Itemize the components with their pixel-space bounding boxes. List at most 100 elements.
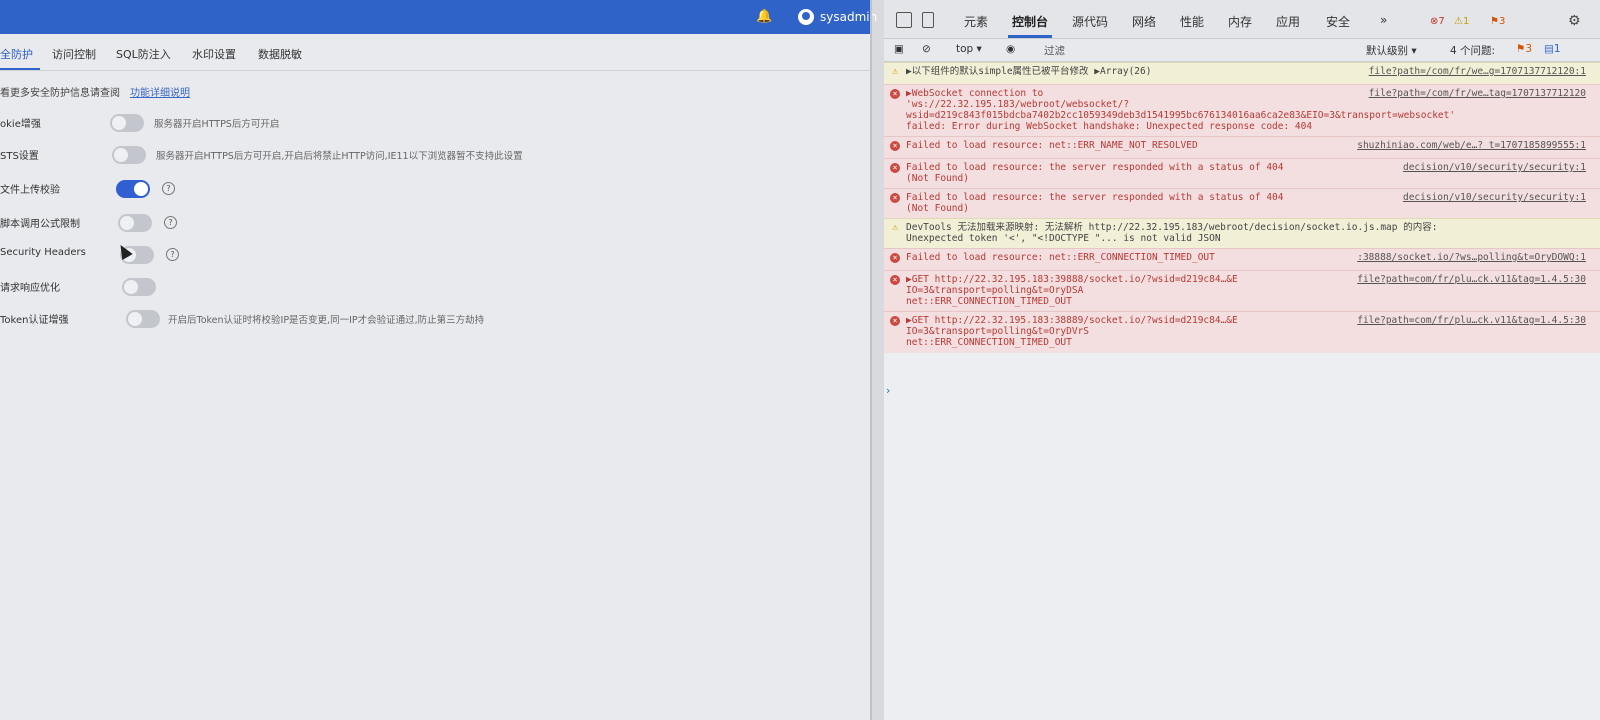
message-text: Failed to load resource: the server resp… <box>906 162 1284 184</box>
issues-label[interactable]: 4 个问题: <box>1450 43 1495 58</box>
error-count-badge[interactable]: ⊗7 <box>1430 16 1445 27</box>
user-menu[interactable]: sysadmin ⌄ <box>798 8 896 26</box>
issue-count-badge[interactable]: ⚑3 <box>1490 16 1505 27</box>
setting-toggle[interactable] <box>112 146 146 164</box>
setting-description: 服务器开启HTTPS后方可开启 <box>154 119 280 130</box>
console-error-message[interactable]: × Failed to load resource: the server res… <box>884 188 1600 219</box>
setting-label: 文件上传校验 <box>0 185 60 196</box>
active-tab-indicator <box>0 68 40 70</box>
tab-security[interactable]: 安全 <box>1326 13 1350 30</box>
device-toggle-icon[interactable] <box>922 12 934 28</box>
console-error-message[interactable]: × Failed to load resource: net::ERR_NAME_… <box>884 136 1600 159</box>
app-topbar: 🔔 sysadmin ⌄ <box>0 0 896 34</box>
gear-icon[interactable]: ⚙ <box>1568 13 1581 29</box>
tab-security[interactable]: 全防护 <box>0 46 33 62</box>
setting-label: 脚本调用公式限制 <box>0 219 80 230</box>
setting-toggle[interactable] <box>118 214 152 232</box>
setting-row: 请求响应优化 <box>0 276 870 298</box>
console-toolbar: ▣ ⊘ top ▾ ◉ 过滤 默认级别 ▾ 4 个问题: ⚑3 ▤1 <box>884 39 1600 62</box>
console-error-message[interactable]: × Failed to load resource: net::ERR_CONNE… <box>884 248 1600 271</box>
error-icon: × <box>890 275 900 285</box>
tab-sql-injection[interactable]: SQL防注入 <box>116 46 171 62</box>
console-error-message[interactable]: × ▶GET http://22.32.195.183:39888/socket.… <box>884 270 1600 312</box>
setting-toggle[interactable] <box>122 278 156 296</box>
sidebar-toggle-icon[interactable]: ▣ <box>894 43 904 55</box>
message-text: DevTools 无法加载来源映射: 无法解析 http://22.32.195… <box>906 222 1438 244</box>
setting-label: okie增强 <box>0 119 41 130</box>
devtools-panel: 元素 控制台 源代码 网络 性能 内存 应用 安全 » ⊗7 ⚠1 ⚑3 ⚙ ▣… <box>884 0 1600 720</box>
clear-console-icon[interactable]: ⊘ <box>922 43 931 55</box>
message-source-link[interactable]: file?path=/com/fr/we…tag=1707137712120 <box>1369 88 1586 99</box>
eye-icon[interactable]: ◉ <box>1006 43 1015 55</box>
message-source-link[interactable]: decision/v10/security/security:1 <box>1403 192 1586 203</box>
console-error-message[interactable]: × Failed to load resource: the server res… <box>884 158 1600 189</box>
setting-row: 文件上传校验? <box>0 178 870 200</box>
console-warning-message[interactable]: ⚠ DevTools 无法加载来源映射: 无法解析 http://22.32.19… <box>884 218 1600 249</box>
tab-watermark[interactable]: 水印设置 <box>192 46 236 62</box>
help-icon[interactable]: ? <box>162 182 175 195</box>
tab-sources[interactable]: 源代码 <box>1072 13 1108 30</box>
setting-description: 开启后Token认证时将校验IP是否变更,同一IP才会验证通过,防止第三方劫持 <box>168 315 485 326</box>
setting-row: okie增强 服务器开启HTTPS后方可开启 <box>0 112 870 134</box>
setting-description: 服务器开启HTTPS后方可开启,开启后将禁止HTTP访问,IE11以下浏览器暂不… <box>156 151 523 162</box>
console-prompt[interactable]: › <box>886 384 890 397</box>
message-text: Failed to load resource: net::ERR_NAME_N… <box>906 140 1198 151</box>
help-icon[interactable]: ? <box>166 248 179 261</box>
message-source-link[interactable]: decision/v10/security/security:1 <box>1403 162 1586 173</box>
message-source-link[interactable]: file?path=/com/fr/we…g=1707137712120:1 <box>1369 66 1586 77</box>
log-level-select[interactable]: 默认级别 ▾ <box>1366 43 1417 58</box>
error-icon: × <box>890 163 900 173</box>
setting-row: 脚本调用公式限制? <box>0 212 870 234</box>
issues-error-count[interactable]: ⚑3 <box>1516 43 1532 55</box>
active-tab-indicator <box>1008 35 1052 38</box>
hint-link[interactable]: 功能详细说明 <box>130 88 190 99</box>
tab-application[interactable]: 应用 <box>1276 13 1300 30</box>
message-source-link[interactable]: :38888/socket.io/?ws…polling&t=OryDOWQ:1 <box>1357 252 1586 263</box>
setting-label: Security Headers <box>0 247 86 258</box>
message-text: Failed to load resource: the server resp… <box>906 192 1284 214</box>
message-source-link[interactable]: file?path=com/fr/plu…ck.v11&tag=1.4.5:30 <box>1357 274 1586 285</box>
tab-access-control[interactable]: 访问控制 <box>52 46 96 62</box>
message-source-link[interactable]: shuzhiniao.com/web/e…? t=1707185899555:1 <box>1357 140 1586 151</box>
tab-performance[interactable]: 性能 <box>1180 13 1204 30</box>
error-icon: × <box>890 89 900 99</box>
message-text: Failed to load resource: net::ERR_CONNEC… <box>906 252 1215 263</box>
setting-label: STS设置 <box>0 151 39 162</box>
warning-icon: ⚠ <box>891 222 899 233</box>
filter-input[interactable]: 过滤 <box>1044 43 1065 58</box>
error-icon: × <box>890 193 900 203</box>
help-icon[interactable]: ? <box>164 216 177 229</box>
panel-divider[interactable] <box>870 0 872 720</box>
tab-console[interactable]: 控制台 <box>1012 13 1048 30</box>
warning-count-badge[interactable]: ⚠1 <box>1454 16 1469 27</box>
warning-icon: ⚠ <box>891 66 899 77</box>
setting-label: 请求响应优化 <box>0 283 60 294</box>
issues-info-count[interactable]: ▤1 <box>1544 43 1561 55</box>
setting-toggle[interactable] <box>110 114 144 132</box>
username: sysadmin <box>820 10 878 24</box>
tab-network[interactable]: 网络 <box>1132 13 1156 30</box>
setting-row: STS设置 服务器开启HTTPS后方可开启,开启后将禁止HTTP访问,IE11以下… <box>0 144 870 166</box>
message-text: ▶GET http://22.32.195.183:39888/socket.i… <box>906 274 1238 307</box>
message-text: ▶GET http://22.32.195.183:38889/socket.i… <box>906 315 1238 348</box>
settings-tabs: 全防护 访问控制 SQL防注入 水印设置 数据脱敏 <box>0 38 870 71</box>
console-warning-message[interactable]: ⚠ ▶以下组件的默认simple属性已被平台修改 ▶Array(26) file?p… <box>884 62 1600 85</box>
inspect-icon[interactable] <box>896 12 912 28</box>
tab-data-masking[interactable]: 数据脱敏 <box>258 46 302 62</box>
tab-elements[interactable]: 元素 <box>964 13 988 30</box>
bell-icon[interactable]: 🔔 <box>756 10 772 24</box>
hint-text: 看更多安全防护信息请查阅 <box>0 88 120 99</box>
tab-memory[interactable]: 内存 <box>1228 13 1252 30</box>
console-error-message[interactable]: × ▶WebSocket connection to 'ws://22.32.19… <box>884 84 1600 137</box>
context-selector[interactable]: top ▾ <box>956 43 982 55</box>
console-error-message[interactable]: × ▶GET http://22.32.195.183:38889/socket.… <box>884 311 1600 353</box>
more-tabs-button[interactable]: » <box>1380 13 1387 27</box>
devtools-tabbar: 元素 控制台 源代码 网络 性能 内存 应用 安全 » ⊗7 ⚠1 ⚑3 ⚙ <box>884 0 1600 39</box>
message-source-link[interactable]: file?path=com/fr/plu…ck.v11&tag=1.4.5:30 <box>1357 315 1586 326</box>
security-hint: 看更多安全防护信息请查阅 功能详细说明 <box>0 84 190 99</box>
error-icon: × <box>890 316 900 326</box>
error-icon: × <box>890 253 900 263</box>
setting-toggle[interactable] <box>116 180 150 198</box>
setting-toggle[interactable] <box>126 310 160 328</box>
error-icon: × <box>890 141 900 151</box>
